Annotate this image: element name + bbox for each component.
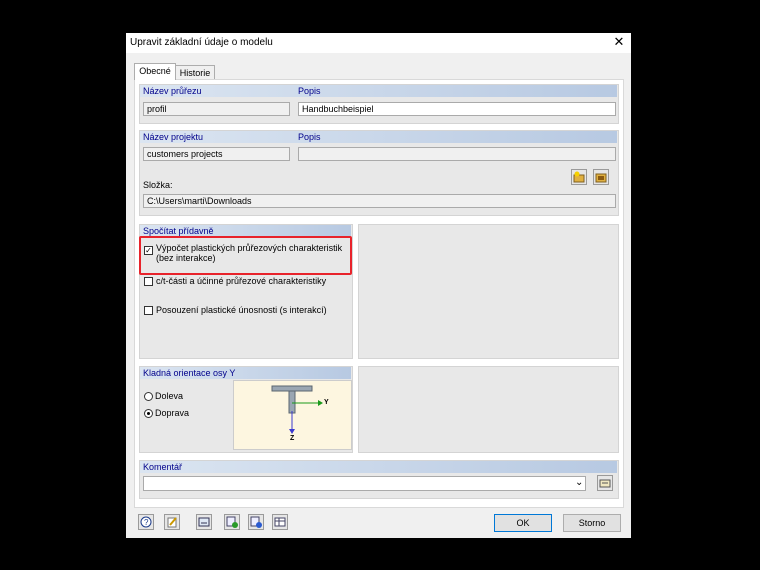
profile-group-header	[140, 85, 617, 97]
edit-icon	[167, 517, 177, 528]
comment-field[interactable]	[143, 476, 586, 491]
project-name-label: Název projektu	[143, 132, 204, 142]
resistance-option-label: Posouzení plastické únosnosti (s interak…	[156, 305, 327, 315]
folder-open-icon	[595, 173, 607, 183]
folder-label: Složka:	[143, 180, 173, 190]
folder-star-icon	[573, 171, 585, 183]
help-icon: ?	[140, 516, 152, 528]
open-project-button[interactable]	[593, 169, 609, 185]
tab-panel: Název průřezu Popis profil Handbuchbeisp…	[134, 79, 624, 508]
ok-button[interactable]: OK	[494, 514, 552, 532]
export-icon	[250, 516, 262, 528]
orientation-label: Kladná orientace osy Y	[143, 368, 236, 378]
table-icon	[274, 517, 286, 527]
orientation-preview: Y Z	[233, 380, 352, 450]
radio-left-label: Doleva	[155, 391, 184, 401]
radio-right-label: Doprava	[155, 408, 190, 418]
table-button[interactable]	[272, 514, 288, 530]
svg-text:?: ?	[144, 518, 149, 527]
window-title: Upravit základní údaje o modelu	[130, 37, 273, 48]
radio-left[interactable]	[144, 392, 153, 401]
plastic-option-label: Výpočet plastických průřezových charakte…	[156, 243, 343, 263]
radio-right[interactable]	[144, 409, 153, 418]
help-button[interactable]: ?	[138, 514, 154, 530]
profile-desc-field[interactable]: Handbuchbeispiel	[298, 102, 616, 116]
tab-historie[interactable]: Historie	[175, 65, 215, 80]
plastic-checkbox[interactable]: ✓	[144, 246, 153, 255]
profile-name-field[interactable]: profil	[143, 102, 290, 116]
edit-button[interactable]	[164, 514, 180, 530]
project-desc-field[interactable]	[298, 147, 616, 161]
project-name-field[interactable]: customers projects	[143, 147, 290, 161]
ct-checkbox[interactable]	[144, 277, 153, 286]
tab-obecne[interactable]: Obecné	[134, 63, 176, 80]
comment-group-header	[140, 461, 617, 473]
profile-desc-label: Popis	[298, 86, 321, 96]
ct-option-label: c/t-části a účinné průřezové charakteris…	[156, 276, 327, 286]
axis-z-label: Z	[290, 435, 295, 442]
import-icon	[226, 516, 238, 528]
cancel-button[interactable]: Storno	[563, 514, 621, 532]
calc-label: Spočítat přídavně	[143, 226, 214, 236]
import-button[interactable]	[224, 514, 240, 530]
project-group-header	[140, 131, 617, 143]
units-button[interactable]	[196, 514, 212, 530]
comment-library-icon	[599, 479, 611, 488]
project-desc-label: Popis	[298, 132, 321, 142]
profile-name-label: Název průřezu	[143, 86, 202, 96]
comment-library-button[interactable]	[597, 475, 613, 491]
units-icon	[198, 517, 210, 527]
close-icon[interactable]: ✕	[612, 34, 626, 50]
title-bar: Upravit základní údaje o modelu ✕	[126, 33, 631, 53]
axis-y-label: Y	[324, 399, 329, 406]
new-project-button[interactable]	[571, 169, 587, 185]
comment-label: Komentář	[143, 462, 183, 472]
export-button[interactable]	[248, 514, 264, 530]
calc-side-panel	[358, 224, 619, 359]
chevron-down-icon[interactable]: ⌄	[575, 477, 583, 488]
dialog-window: Upravit základní údaje o modelu ✕ Obecné…	[126, 33, 631, 538]
folder-field[interactable]: C:\Users\marti\Downloads	[143, 194, 616, 208]
resistance-checkbox[interactable]	[144, 306, 153, 315]
orientation-side-panel	[358, 366, 619, 453]
